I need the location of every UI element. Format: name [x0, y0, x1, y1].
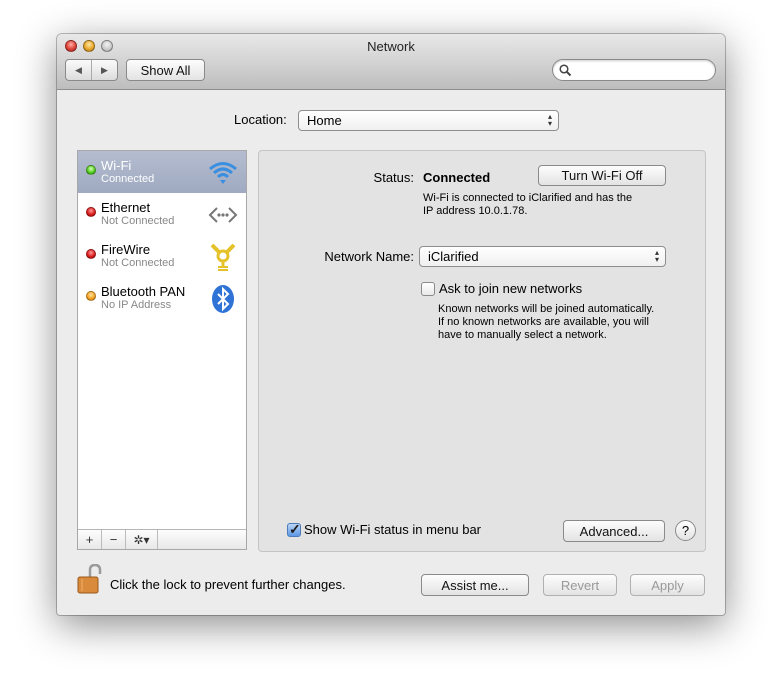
popup-arrows-icon: ▴ ▾: [547, 112, 552, 128]
show-wifi-status-label[interactable]: Show Wi-Fi status in menu bar: [304, 522, 481, 537]
ethernet-icon: [208, 200, 238, 230]
status-indicator-red: [86, 207, 96, 217]
service-item-ethernet[interactable]: Ethernet Not Connected: [78, 193, 246, 235]
lock-status-text: Click the lock to prevent further change…: [110, 577, 346, 592]
status-label: Status:: [373, 170, 414, 185]
status-value: Connected: [423, 170, 491, 185]
network-name-popup[interactable]: iClarified ▴ ▾: [419, 246, 666, 267]
revert-button[interactable]: Revert: [543, 574, 617, 596]
ask-join-checkbox[interactable]: [421, 282, 435, 296]
ask-join-description-line: Known networks will be joined automatica…: [438, 303, 655, 315]
status-description: Wi-Fi is connected to iClarified and has…: [423, 192, 632, 218]
firewire-icon: [208, 242, 238, 272]
network-name-value: iClarified: [428, 249, 479, 264]
lock-icon[interactable]: [77, 563, 103, 594]
title-bar: Network ◀ ▶ Show All: [57, 34, 725, 90]
status-description-line: Wi-Fi is connected to iClarified and has…: [423, 192, 633, 204]
service-item-firewire[interactable]: FireWire Not Connected: [78, 235, 246, 277]
window-title: Network: [367, 39, 415, 54]
status-description-line: IP address 10.0.1.78.: [423, 205, 528, 217]
service-list-toolbar: + − ✲▾: [78, 529, 246, 549]
location-label: Location:: [234, 112, 287, 127]
show-all-button[interactable]: Show All: [126, 59, 205, 81]
ask-join-description-line: have to manually select a network.: [438, 329, 607, 341]
status-indicator-green: [86, 165, 96, 175]
search-input[interactable]: [552, 59, 716, 81]
network-name-label: Network Name:: [324, 249, 414, 264]
remove-service-button[interactable]: −: [102, 530, 126, 549]
status-indicator-red: [86, 249, 96, 259]
apply-button[interactable]: Apply: [630, 574, 705, 596]
back-icon[interactable]: ◀: [66, 60, 92, 80]
show-wifi-status-checkbox[interactable]: [287, 521, 301, 538]
location-value: Home: [307, 113, 342, 128]
network-preferences-window: Network ◀ ▶ Show All Location: Home ▴ ▾ W…: [57, 34, 725, 615]
service-list: Wi-Fi Connected Ethernet Not Connected F…: [77, 150, 247, 550]
advanced-button[interactable]: Advanced...: [563, 520, 665, 542]
add-service-button[interactable]: +: [78, 530, 102, 549]
wifi-icon: [208, 158, 238, 188]
location-popup[interactable]: Home ▴ ▾: [298, 110, 559, 131]
ask-join-label[interactable]: Ask to join new networks: [439, 281, 582, 296]
forward-icon[interactable]: ▶: [92, 60, 117, 80]
help-button[interactable]: ?: [675, 520, 696, 541]
popup-arrows-icon: ▴ ▾: [654, 248, 659, 264]
back-forward-control: ◀ ▶: [65, 59, 118, 81]
gear-icon[interactable]: ✲▾: [126, 530, 158, 549]
service-item-wifi[interactable]: Wi-Fi Connected: [78, 151, 246, 193]
service-detail-panel: Status: Connected Turn Wi-Fi Off Wi-Fi i…: [258, 150, 706, 552]
assist-me-button[interactable]: Assist me...: [421, 574, 529, 596]
ask-join-description-line: If no known networks are available, you …: [438, 316, 649, 328]
search-icon: [559, 64, 572, 77]
status-indicator-orange: [86, 291, 96, 301]
bluetooth-icon: [208, 284, 238, 314]
service-item-bluetooth-pan[interactable]: Bluetooth PAN No IP Address: [78, 277, 246, 319]
turn-wifi-off-button[interactable]: Turn Wi-Fi Off: [538, 165, 666, 186]
ask-join-description: Known networks will be joined automatica…: [438, 303, 654, 342]
